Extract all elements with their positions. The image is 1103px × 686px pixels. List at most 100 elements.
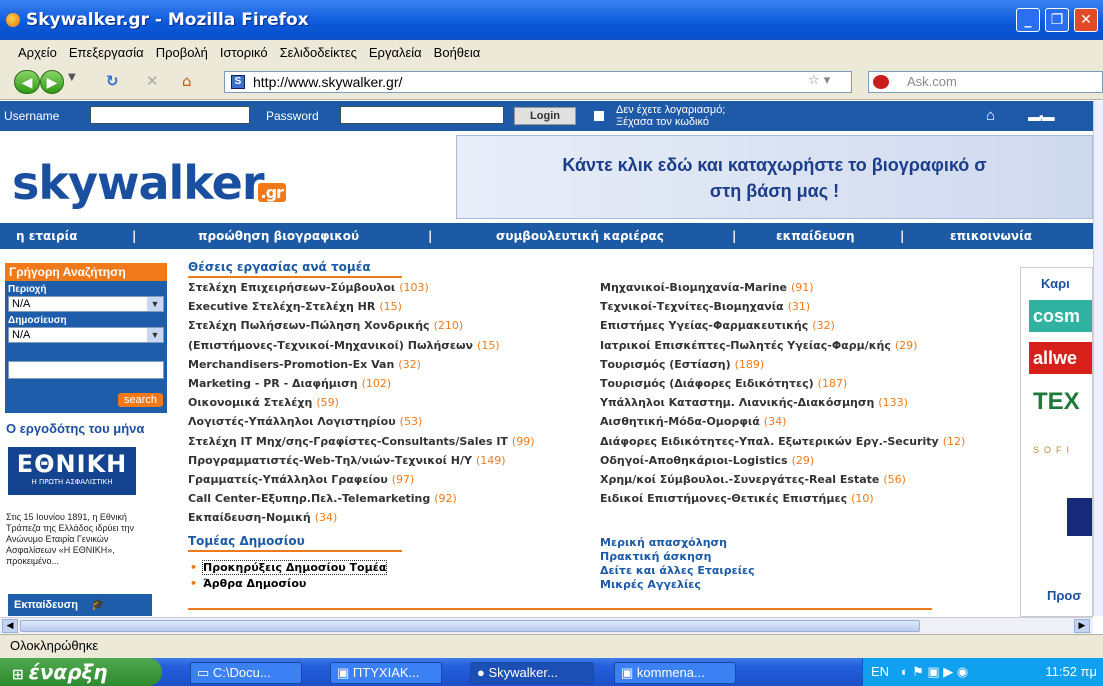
list-item[interactable]: • Άρθρα Δημοσίου: [190, 576, 386, 592]
vertical-scrollbar[interactable]: [1093, 101, 1103, 616]
job-category-label[interactable]: Προγραμματιστές-Web-Τηλ/νιών-Τεχνικοί Η/…: [188, 454, 472, 467]
job-category-row[interactable]: Call Center-Εξυπηρ.Πελ.-Telemarketing (92…: [188, 489, 535, 508]
url-bar[interactable]: S http://www.skywalker.gr/: [224, 71, 852, 93]
job-category-label[interactable]: Στελέχη IT Μηχ/σης-Γραφίστες-Consultants…: [188, 435, 508, 448]
nav-education[interactable]: εκπαίδευση: [776, 229, 855, 243]
menu-tools[interactable]: Εργαλεία: [369, 45, 422, 60]
job-category-row[interactable]: Γραμματείς-Υπάλληλοι Γραφείου (97): [188, 470, 535, 489]
nav-company[interactable]: η εταιρία: [16, 229, 78, 243]
scroll-right-icon[interactable]: ▶: [1074, 619, 1090, 633]
job-category-row[interactable]: Στελέχη Πωλήσεων-Πώληση Χονδρικής (210): [188, 316, 535, 335]
job-category-label[interactable]: Marketing - PR - Διαφήμιση: [188, 377, 358, 390]
tex-logo[interactable]: TEX: [1029, 386, 1092, 418]
job-category-label[interactable]: Αισθητική-Μόδα-Ομορφιά: [600, 415, 760, 428]
education-box[interactable]: Εκπαίδευση 🎓: [8, 594, 152, 616]
sofitel-logo[interactable]: SOFI: [1033, 445, 1074, 455]
job-category-label[interactable]: (Επιστήμονες-Τεχνικοί-Μηχανικοί) Πωλήσεω…: [188, 339, 473, 352]
job-category-row[interactable]: Μηχανικοί-Βιομηχανία-Marine (91): [600, 278, 965, 297]
job-category-label[interactable]: Οικονομικά Στελέχη: [188, 396, 312, 409]
bookmark-star-icon[interactable]: ☆ ▾: [808, 73, 830, 88]
job-category-label[interactable]: Στελέχη Επιχειρήσεων-Σύμβουλοι: [188, 281, 395, 294]
job-category-row[interactable]: Χρημ/κοί Σύμβουλοι.-Συνεργάτες-Real Esta…: [600, 470, 965, 489]
job-category-row[interactable]: Τεχνικοί-Τεχνίτες-Βιομηχανία (31): [600, 297, 965, 316]
public-sector-link[interactable]: Προκηρύξεις Δημοσίου Τομέα: [202, 560, 388, 575]
sponsor-banner[interactable]: [1067, 498, 1092, 536]
taskbar-item-word2[interactable]: ▣ kommena...: [614, 662, 736, 684]
internship-link[interactable]: Πρακτική άσκηση: [600, 550, 755, 564]
job-category-label[interactable]: Οδηγοί-Αποθηκάριοι-Logistics: [600, 454, 788, 467]
menu-history[interactable]: Ιστορικό: [220, 45, 268, 60]
job-category-label[interactable]: Call Center-Εξυπηρ.Πελ.-Telemarketing: [188, 492, 430, 505]
taskbar-item-word1[interactable]: ▣ ΠΤΥΧΙΑΚ...: [330, 662, 442, 684]
job-category-label[interactable]: Ειδικοί Επιστήμονες-Θετικές Επιστήμες: [600, 492, 847, 505]
menu-edit[interactable]: Επεξεργασία: [69, 45, 144, 60]
cv-banner[interactable]: Κάντε κλικ εδώ και καταχωρήστε το βιογρα…: [456, 135, 1093, 219]
region-select[interactable]: N/A ▼: [8, 296, 164, 312]
close-button[interactable]: ✕: [1074, 8, 1098, 32]
remember-checkbox[interactable]: [594, 111, 604, 121]
job-category-row[interactable]: Διάφορες Ειδικότητες-Υπαλ. Εξωτερικών Ερ…: [600, 432, 965, 451]
home-icon[interactable]: ⌂: [182, 72, 192, 90]
allwell-logo[interactable]: allwe: [1029, 342, 1092, 374]
password-input[interactable]: [340, 106, 504, 124]
nav-cv-promotion[interactable]: προώθηση βιογραφικού: [198, 229, 359, 243]
other-companies-link[interactable]: Δείτε και άλλες Εταιρείες: [600, 564, 755, 578]
login-button[interactable]: Login: [514, 107, 576, 125]
menu-help[interactable]: Βοήθεια: [434, 45, 481, 60]
job-category-row[interactable]: Ιατρικοί Επισκέπτες-Πωλητές Υγείας-Φαρμ/…: [600, 336, 965, 355]
job-category-label[interactable]: Διάφορες Ειδικότητες-Υπαλ. Εξωτερικών Ερ…: [600, 435, 939, 448]
back-button[interactable]: ◀: [14, 70, 40, 94]
job-category-row[interactable]: Στελέχη Επιχειρήσεων-Σύμβουλοι (103): [188, 278, 535, 297]
menu-bookmarks[interactable]: Σελιδοδείκτες: [280, 45, 357, 60]
maximize-button[interactable]: ❐: [1045, 8, 1069, 32]
nav-career-counseling[interactable]: συμβουλευτική καριέρας: [496, 229, 664, 243]
job-category-label[interactable]: Μηχανικοί-Βιομηχανία-Marine: [600, 281, 787, 294]
job-category-label[interactable]: Λογιστές-Υπάλληλοι Λογιστηρίου: [188, 415, 396, 428]
scroll-left-icon[interactable]: ◀: [2, 619, 18, 633]
job-category-label[interactable]: Executive Στελέχη-Στελέχη HR: [188, 300, 375, 313]
search-button[interactable]: search: [117, 393, 163, 407]
menu-view[interactable]: Προβολή: [156, 45, 208, 60]
username-input[interactable]: [90, 106, 250, 124]
list-item[interactable]: • Προκηρύξεις Δημοσίου Τομέα: [190, 560, 388, 576]
public-sector-link[interactable]: Άρθρα Δημοσίου: [203, 577, 306, 590]
keyword-input[interactable]: [8, 361, 164, 379]
job-category-row[interactable]: Οικονομικά Στελέχη (59): [188, 393, 535, 412]
no-account-link[interactable]: Δεν έχετε λογαριασμό;: [616, 104, 725, 116]
search-box[interactable]: Ask.com: [868, 71, 1103, 93]
job-category-label[interactable]: Ιατρικοί Επισκέπτες-Πωλητές Υγείας-Φαρμ/…: [600, 339, 891, 352]
job-category-label[interactable]: Εκπαίδευση-Νομική: [188, 511, 311, 524]
site-home-icon[interactable]: ⌂: [986, 107, 995, 124]
job-category-label[interactable]: Τουρισμός (Διάφορες Ειδικότητες): [600, 377, 814, 390]
published-select[interactable]: N/A ▼: [8, 327, 164, 343]
job-category-row[interactable]: Εκπαίδευση-Νομική (34): [188, 508, 535, 527]
job-category-row[interactable]: Οδηγοί-Αποθηκάριοι-Logistics (29): [600, 451, 965, 470]
job-category-label[interactable]: Επιστήμες Υγείας-Φαρμακευτικής: [600, 319, 808, 332]
scroll-thumb[interactable]: [20, 620, 920, 632]
job-category-row[interactable]: Merchandisers-Promotion-Ex Van (32): [188, 355, 535, 374]
job-category-row[interactable]: Επιστήμες Υγείας-Φαρμακευτικής (32): [600, 316, 965, 335]
job-category-row[interactable]: Marketing - PR - Διαφήμιση (102): [188, 374, 535, 393]
job-category-label[interactable]: Χρημ/κοί Σύμβουλοι.-Συνεργάτες-Real Esta…: [600, 473, 879, 486]
classifieds-link[interactable]: Μικρές Αγγελίες: [600, 578, 755, 592]
language-indicator[interactable]: EN: [871, 664, 889, 679]
job-category-label[interactable]: Τεχνικοί-Τεχνίτες-Βιομηχανία: [600, 300, 784, 313]
tray-icons[interactable]: ◐ ⚑ ▣ ▶ ◉: [901, 664, 969, 679]
job-category-label[interactable]: Γραμματείς-Υπάλληλοι Γραφείου: [188, 473, 388, 486]
job-category-row[interactable]: Αισθητική-Μόδα-Ομορφιά (34): [600, 412, 965, 431]
horizontal-scrollbar[interactable]: ◀ ▶: [0, 617, 1093, 634]
job-category-row[interactable]: Τουρισμός (Διάφορες Ειδικότητες) (187): [600, 374, 965, 393]
job-category-row[interactable]: Λογιστές-Υπάλληλοι Λογιστηρίου (53): [188, 412, 535, 431]
job-category-row[interactable]: Στελέχη IT Μηχ/σης-Γραφίστες-Consultants…: [188, 432, 535, 451]
minimize-button[interactable]: _: [1016, 8, 1040, 32]
sitemap-icon[interactable]: ▬▪▬: [1028, 109, 1055, 124]
job-category-row[interactable]: Υπάλληλοι Καταστημ. Λιανικής-Διακόσμηση (…: [600, 393, 965, 412]
job-category-row[interactable]: Executive Στελέχη-Στελέχη HR (15): [188, 297, 535, 316]
nav-contact[interactable]: επικοινωνία: [950, 229, 1032, 243]
forgot-password-link[interactable]: Ξέχασα τον κωδικό: [616, 116, 725, 128]
start-button[interactable]: ⊞ έναρξη: [0, 658, 162, 686]
job-category-label[interactable]: Στελέχη Πωλήσεων-Πώληση Χονδρικής: [188, 319, 430, 332]
ethniki-logo[interactable]: ΕΘΝΙΚΗ Η ΠΡΩΤΗ ΑΣΦΑΛΙΣΤΙΚΗ: [8, 447, 136, 495]
job-category-label[interactable]: Υπάλληλοι Καταστημ. Λιανικής-Διακόσμηση: [600, 396, 874, 409]
job-category-row[interactable]: Ειδικοί Επιστήμονες-Θετικές Επιστήμες (10…: [600, 489, 965, 508]
